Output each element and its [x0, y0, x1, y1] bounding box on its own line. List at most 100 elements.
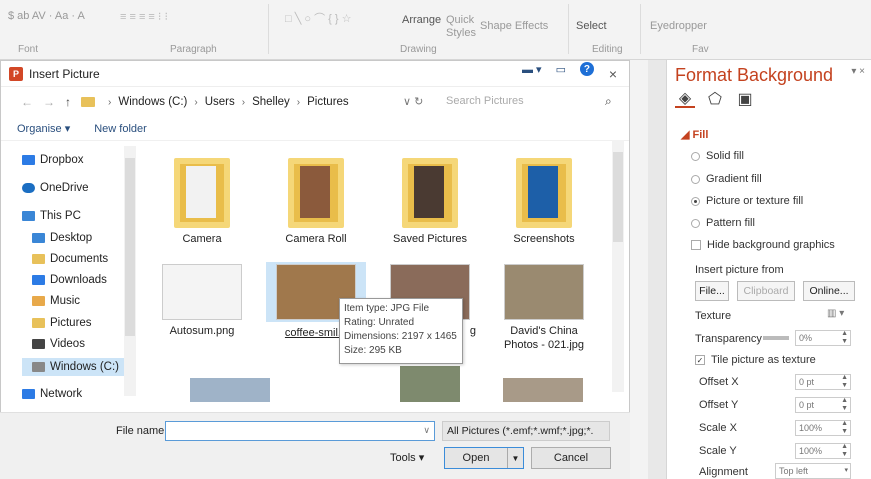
pictures-icon — [32, 318, 45, 328]
search-input[interactable]: Search Pictures — [446, 95, 524, 107]
paragraph-controls[interactable]: ≡ ≡ ≡ ≡ ⁝ ⁝ — [120, 10, 168, 23]
back-arrow-icon[interactable]: ← — [21, 95, 33, 109]
nav-item-dropbox[interactable]: Dropbox — [22, 154, 83, 166]
open-dropdown-icon[interactable]: ▼ — [507, 448, 523, 468]
offset-x-label: Offset X — [699, 376, 739, 388]
folder-screenshots[interactable]: Screenshots — [494, 158, 594, 246]
drive-icon — [32, 362, 45, 372]
refresh-icon[interactable]: ∨ ↻ — [403, 95, 423, 108]
shape-effects-button[interactable]: Shape Effects — [480, 20, 548, 32]
ribbon: $ ab AV · Aa · A ≡ ≡ ≡ ≡ ⁝ ⁝ □ ╲ ○ ⌒ { }… — [0, 0, 871, 60]
breadcrumb-item[interactable]: Shelley — [252, 96, 290, 108]
eyedropper-button[interactable]: Eyedropper — [650, 20, 707, 32]
picture-icon[interactable]: ▣ — [735, 90, 755, 108]
nav-item-documents[interactable]: Documents — [32, 253, 108, 265]
image-thumbnail[interactable] — [503, 378, 583, 402]
fill-section[interactable]: ◢ Fill — [681, 128, 708, 141]
breadcrumb-item[interactable]: Pictures — [307, 96, 349, 108]
folder-saved-pictures[interactable]: Saved Pictures — [380, 158, 480, 246]
up-arrow-icon[interactable]: ↑ — [65, 95, 71, 109]
checkbox-icon[interactable] — [691, 240, 701, 250]
dialog-footer: File name: ∨ All Pictures (*.emf;*.wmf;*… — [0, 412, 630, 479]
nav-item-windows-c[interactable]: Windows (C:) — [22, 358, 124, 376]
folder-icon — [81, 97, 95, 107]
image-thumbnail — [504, 264, 584, 320]
transparency-input[interactable]: 0% ▲ ▼ — [795, 330, 851, 346]
close-icon[interactable]: × — [609, 66, 617, 82]
file-autosum[interactable]: Autosum.png — [152, 264, 252, 338]
hide-background-checkbox[interactable]: Hide background graphics — [691, 239, 835, 251]
transparency-slider[interactable] — [763, 336, 789, 340]
scale-y-label: Scale Y — [699, 445, 737, 457]
offset-y-input[interactable]: 0 pt ▲ ▼ — [795, 397, 851, 413]
nav-item-pictures[interactable]: Pictures — [32, 317, 92, 329]
search-icon[interactable]: ⌕ — [605, 94, 612, 109]
scale-y-input[interactable]: 100% ▲ ▼ — [795, 443, 851, 459]
new-folder-button[interactable]: New folder — [94, 123, 147, 135]
forward-arrow-icon[interactable]: → — [43, 95, 55, 109]
tools-button[interactable]: Tools ▾ — [390, 451, 424, 464]
breadcrumb-item[interactable]: Users — [205, 96, 235, 108]
nav-item-network[interactable]: Network — [22, 388, 82, 400]
files-scrollbar[interactable] — [612, 140, 624, 392]
radio-icon[interactable] — [691, 151, 700, 161]
folder-camera-roll[interactable]: Camera Roll — [266, 158, 366, 246]
tile-texture-checkbox[interactable]: ✓ Tile picture as texture — [695, 354, 816, 366]
nav-item-music[interactable]: Music — [32, 295, 80, 307]
radio-icon[interactable] — [691, 174, 700, 184]
arrange-button[interactable]: Arrange — [402, 14, 441, 26]
select-button[interactable]: Select — [576, 20, 607, 32]
nav-item-desktop[interactable]: Desktop — [32, 232, 92, 244]
chevron-down-icon[interactable]: ∨ — [423, 425, 430, 436]
alignment-label: Alignment — [699, 466, 748, 478]
alignment-select[interactable]: Top left ▾ — [775, 463, 851, 479]
organise-button[interactable]: Organise ▾ — [17, 122, 70, 135]
texture-picker[interactable]: ▥ ▾ — [827, 308, 844, 319]
breadcrumb[interactable]: › Windows (C:) › Users › Shelley › Pictu… — [101, 96, 349, 108]
view-menu-icon[interactable]: ▬ ▾ — [522, 63, 542, 76]
pane-close-icon[interactable]: ▾ × — [851, 66, 865, 77]
nav-item-this-pc[interactable]: This PC — [22, 210, 81, 222]
pattern-fill-option[interactable]: Pattern fill — [691, 217, 755, 229]
cancel-button[interactable]: Cancel — [531, 447, 611, 469]
gradient-fill-option[interactable]: Gradient fill — [691, 173, 762, 185]
nav-scrollbar[interactable] — [124, 146, 136, 396]
shapes-gallery[interactable]: □ ╲ ○ ⌒ { } ☆ — [285, 10, 351, 26]
radio-icon[interactable] — [691, 196, 700, 206]
help-icon[interactable]: ? — [579, 62, 594, 76]
checkbox-icon[interactable]: ✓ — [695, 355, 705, 365]
nav-item-downloads[interactable]: Downloads — [32, 274, 107, 286]
files-scroll-thumb[interactable] — [613, 152, 623, 242]
preview-pane-icon[interactable]: ▭ — [556, 63, 566, 76]
picture-texture-fill-option[interactable]: Picture or texture fill — [691, 195, 803, 207]
group-editing: Editing — [592, 44, 623, 55]
powerpoint-icon: P — [9, 66, 23, 81]
nav-scroll-thumb[interactable] — [125, 158, 135, 336]
file-type-select[interactable]: All Pictures (*.emf;*.wmf;*.jpg;*. — [442, 421, 610, 441]
pentagon-icon[interactable]: ⬠ — [705, 90, 725, 108]
solid-fill-option[interactable]: Solid fill — [691, 150, 744, 162]
pane-scrollbar[interactable] — [648, 60, 666, 479]
clipboard-button: Clipboard — [737, 281, 795, 301]
documents-icon — [32, 254, 45, 264]
breadcrumb-item[interactable]: Windows (C:) — [118, 96, 187, 108]
offset-x-input[interactable]: 0 pt ▲ ▼ — [795, 374, 851, 390]
file-name-input[interactable]: ∨ — [165, 421, 435, 441]
font-controls[interactable]: $ ab AV · Aa · A — [8, 10, 85, 22]
offset-y-label: Offset Y — [699, 399, 739, 411]
image-thumbnail — [162, 264, 242, 320]
folder-camera[interactable]: Camera — [152, 158, 252, 246]
quick-styles-button[interactable]: Quick Styles — [446, 14, 480, 40]
open-button[interactable]: Open ▼ — [444, 447, 524, 469]
scale-x-input[interactable]: 100% ▲ ▼ — [795, 420, 851, 436]
image-thumbnail[interactable] — [190, 378, 270, 402]
file-name-label: File name: — [116, 425, 168, 437]
image-thumbnail[interactable] — [400, 366, 460, 402]
nav-item-onedrive[interactable]: OneDrive — [22, 182, 89, 194]
online-button[interactable]: Online... — [803, 281, 855, 301]
fill-bucket-icon[interactable]: ◈ — [675, 90, 695, 108]
nav-item-videos[interactable]: Videos — [32, 338, 85, 350]
radio-icon[interactable] — [691, 218, 700, 228]
file-david-china-photo[interactable]: David's China Photos - 021.jpg — [494, 264, 594, 352]
file-button[interactable]: File... — [695, 281, 729, 301]
